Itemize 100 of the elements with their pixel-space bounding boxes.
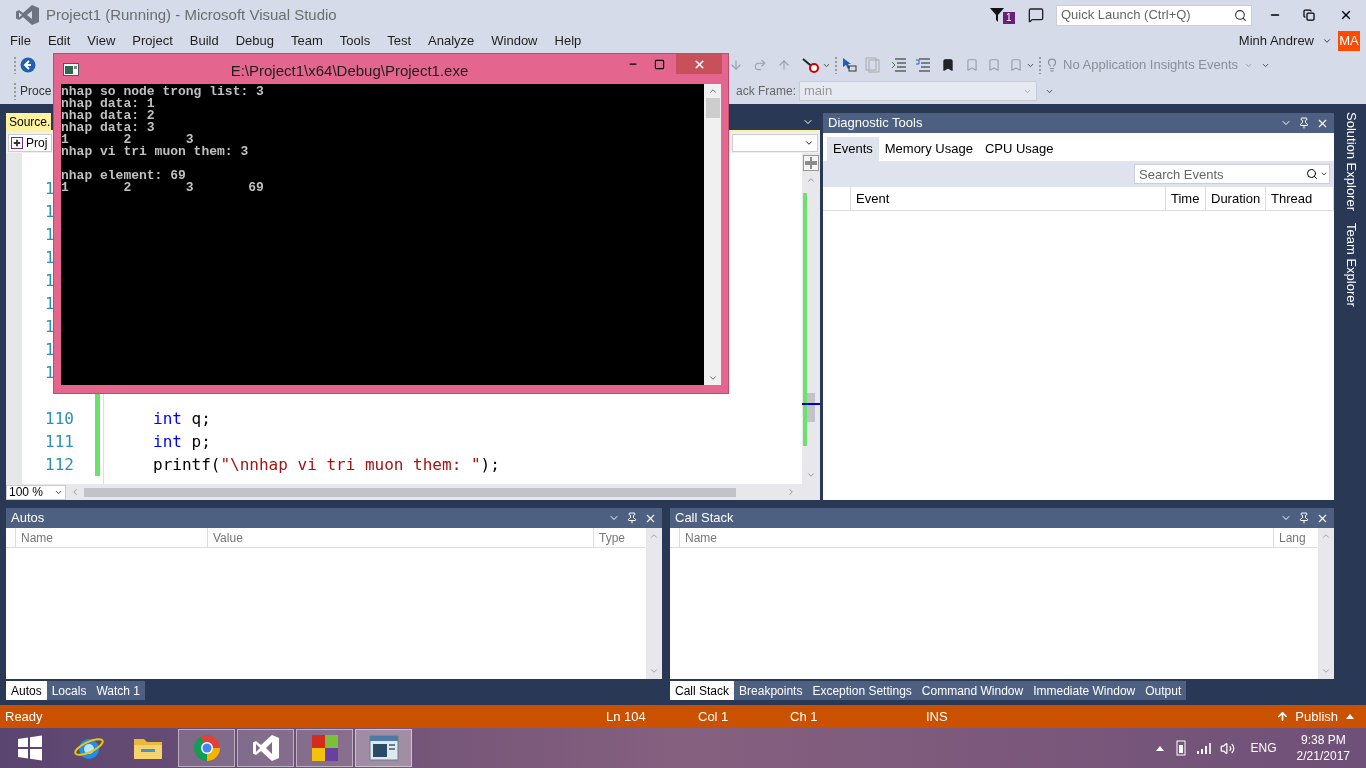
- panel-tab[interactable]: Watch 1: [91, 681, 145, 700]
- indent-lines-icon[interactable]: [891, 58, 908, 72]
- console-app-icon: [63, 63, 79, 76]
- console-line: nhap so node trong list: 3: [61, 86, 264, 98]
- account-name[interactable]: Minh Andrew: [1238, 31, 1332, 51]
- breakpoint-icon[interactable]: [801, 57, 820, 73]
- column-header[interactable]: Name: [680, 528, 1274, 547]
- menu-item[interactable]: Team: [291, 31, 323, 51]
- language-indicator[interactable]: ENG: [1250, 739, 1277, 757]
- pin-icon[interactable]: [1298, 117, 1310, 129]
- previous-bookmark-icon[interactable]: [965, 58, 980, 72]
- document-tab[interactable]: Source.: [6, 113, 52, 130]
- side-tab[interactable]: Team Explorer: [1341, 223, 1361, 307]
- code-line: printf("\nnhap vi tri muon them: ");: [153, 453, 500, 476]
- column-header[interactable]: Event: [851, 187, 1166, 210]
- panel-tab[interactable]: Exception Settings: [807, 681, 917, 700]
- menu-item[interactable]: Tools: [339, 31, 371, 51]
- code-line: int q;: [153, 407, 211, 430]
- scroll-down-icon[interactable]: [649, 666, 659, 676]
- scroll-down-icon[interactable]: [707, 373, 718, 383]
- panel-tab[interactable]: Autos: [6, 681, 47, 700]
- taskbar-app[interactable]: [355, 729, 412, 767]
- colored-blocks-icon: [309, 733, 340, 763]
- split-handle-icon[interactable]: [803, 155, 819, 171]
- menu-item[interactable]: Edit: [47, 31, 71, 51]
- step-out-icon[interactable]: [777, 58, 792, 72]
- column-header[interactable]: Name: [16, 528, 208, 547]
- scroll-right-icon[interactable]: [786, 487, 796, 497]
- taskbar-app[interactable]: [237, 729, 294, 767]
- code-line: int p;: [153, 430, 211, 453]
- pin-icon[interactable]: [626, 512, 638, 524]
- panel-tab[interactable]: Command Window: [916, 681, 1029, 700]
- step-over-icon[interactable]: [753, 58, 768, 72]
- project-icon: [11, 136, 23, 149]
- line-number: 1: [45, 292, 55, 315]
- column-header[interactable]: Thread: [1266, 187, 1334, 210]
- menu-item[interactable]: File: [10, 31, 31, 51]
- side-tab[interactable]: Solution Explorer: [1341, 112, 1361, 211]
- caret-position-marker: [802, 403, 820, 405]
- volume-icon[interactable]: [1219, 740, 1235, 756]
- panel-tab[interactable]: Breakpoints: [734, 681, 808, 700]
- next-bookmark-icon[interactable]: [987, 58, 1002, 72]
- scroll-up-icon[interactable]: [1321, 531, 1331, 541]
- arrow-cursor-icon[interactable]: [841, 57, 858, 73]
- menu-item[interactable]: Analyze: [428, 31, 475, 51]
- zoom-dropdown[interactable]: 100 %: [6, 484, 66, 500]
- scroll-thumb[interactable]: [705, 98, 720, 118]
- panel-tab[interactable]: Locals: [46, 681, 92, 700]
- taskbar-app[interactable]: [296, 729, 353, 767]
- toolbar-grip[interactable]: [13, 56, 17, 74]
- scrollbar[interactable]: [1318, 528, 1334, 679]
- column-header[interactable]: Type: [594, 528, 646, 547]
- menu-item[interactable]: Debug: [235, 31, 274, 51]
- notification-badge: 1: [1003, 12, 1015, 24]
- project-dropdown[interactable]: Proj: [8, 133, 52, 152]
- console-line: 1 2 3 69: [61, 182, 264, 194]
- scroll-down-icon[interactable]: [806, 470, 816, 480]
- panel-tab[interactable]: Immediate Window: [1028, 681, 1141, 700]
- column-header[interactable]: Value: [208, 528, 594, 547]
- menu-item[interactable]: Project: [132, 31, 173, 51]
- menu-item[interactable]: Help: [554, 31, 582, 51]
- outdent-lines-icon[interactable]: [915, 58, 932, 72]
- up-arrow-icon: [1276, 710, 1290, 723]
- scroll-up-icon[interactable]: [649, 531, 659, 541]
- search-icon[interactable]: [1234, 8, 1247, 22]
- column-header[interactable]: Duration: [1206, 187, 1266, 210]
- bookmark-icon[interactable]: [941, 58, 956, 72]
- scroll-thumb[interactable]: [807, 393, 815, 422]
- scroll-left-icon[interactable]: [70, 487, 80, 497]
- menu-item[interactable]: View: [87, 31, 116, 51]
- close-icon: [692, 57, 706, 71]
- pin-icon[interactable]: [1298, 512, 1310, 524]
- scroll-down-icon[interactable]: [1321, 666, 1331, 676]
- battery-icon[interactable]: [1173, 740, 1188, 756]
- panel-tab[interactable]: Output: [1140, 681, 1187, 700]
- scrollbar[interactable]: [646, 528, 662, 679]
- scroll-up-icon[interactable]: [806, 175, 816, 185]
- menu-item[interactable]: Test: [387, 31, 411, 51]
- diagnostics-tab[interactable]: Events: [827, 137, 879, 161]
- quick-launch-field[interactable]: Quick Launch (Ctrl+Q): [1056, 4, 1252, 26]
- stack-frame-label: ack Frame:: [736, 83, 796, 100]
- maximize-icon: [653, 58, 665, 70]
- clock[interactable]: 9:38 PM 2/21/2017: [1296, 732, 1350, 764]
- tray-caret-icon[interactable]: [1155, 745, 1164, 751]
- column-header[interactable]: Time: [1166, 187, 1206, 210]
- menu-item[interactable]: Window: [491, 31, 538, 51]
- horizontal-scroll-thumb[interactable]: [84, 487, 736, 497]
- panel-tab[interactable]: Call Stack: [670, 681, 735, 700]
- funnel-icon[interactable]: [990, 8, 1004, 22]
- toolbar-grip[interactable]: [13, 82, 17, 100]
- console-line: nhap element: 69: [61, 170, 186, 182]
- signal-icon[interactable]: [1195, 742, 1212, 754]
- publish-button[interactable]: Publish: [1276, 706, 1354, 727]
- menu-item[interactable]: Build: [189, 31, 219, 51]
- line-number: 1: [45, 338, 55, 361]
- column-header[interactable]: Lang: [1274, 528, 1318, 547]
- feedback-icon[interactable]: [1028, 7, 1044, 23]
- process-label: Proce: [20, 83, 52, 100]
- console-scrollbar[interactable]: [704, 84, 721, 385]
- scroll-up-icon[interactable]: [707, 86, 718, 96]
